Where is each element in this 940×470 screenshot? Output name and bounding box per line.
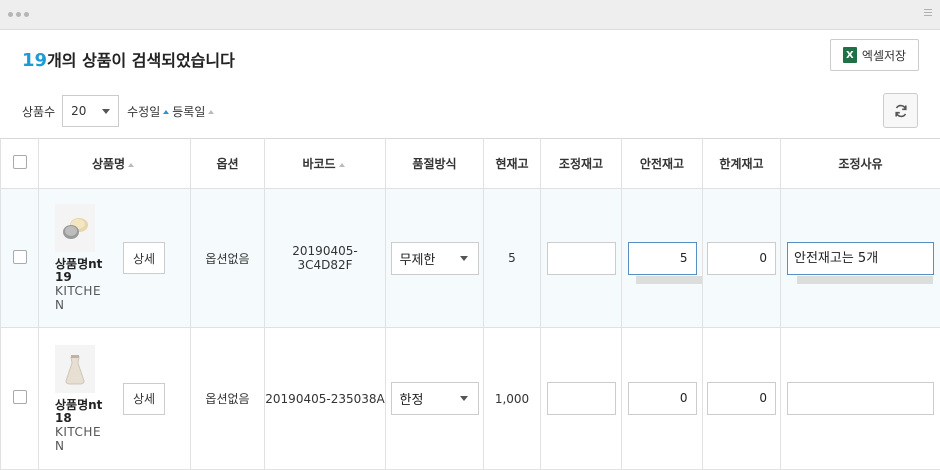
- barcode-cell: 20190405-3C4D82F: [265, 189, 386, 328]
- safety-stock-input[interactable]: 5: [628, 242, 697, 275]
- adjust-reason-input[interactable]: [787, 382, 934, 415]
- header-current-stock: 현재고: [484, 139, 541, 189]
- limit-stock-input[interactable]: 0: [707, 242, 776, 275]
- adjust-stock-input[interactable]: [547, 382, 616, 415]
- safety-stock-input[interactable]: 0: [628, 382, 697, 415]
- refresh-icon: [894, 104, 908, 118]
- sort-registered-link[interactable]: 등록일: [172, 103, 217, 120]
- filter-bar: 상품수 20 수정일 등록일: [22, 95, 217, 127]
- sort-registered-label: 등록일: [172, 105, 205, 119]
- table-row: 상품명nt19 KITCHEN 상세 옵션없음 20190405-3C4D82F…: [1, 189, 940, 328]
- product-name[interactable]: 상품명nt18: [55, 399, 105, 425]
- product-thumbnail[interactable]: [55, 204, 95, 252]
- sort-modified-label: 수정일: [127, 105, 160, 119]
- product-category: KITCHEN: [55, 425, 105, 453]
- adjust-reason-cell: 안전재고는 5개: [781, 189, 940, 328]
- product-category: KITCHEN: [55, 284, 105, 312]
- chevron-down-icon: [460, 396, 468, 401]
- option-cell: 옵션없음: [191, 328, 265, 470]
- current-stock-cell: 5: [484, 189, 541, 328]
- chevron-down-icon: [102, 109, 110, 114]
- limit-stock-cell: 0: [703, 189, 781, 328]
- soldout-method-cell: 무제한: [386, 189, 484, 328]
- header-adjust-reason: 조정사유: [781, 139, 940, 189]
- detail-button[interactable]: 상세: [123, 383, 165, 415]
- adjust-reason-cell: [781, 328, 940, 470]
- result-count-heading: 19개의 상품이 검색되었습니다: [22, 47, 235, 71]
- chevron-down-icon: [460, 256, 468, 261]
- header-limit-stock: 한계재고: [703, 139, 781, 189]
- header-safety-stock: 안전재고: [622, 139, 703, 189]
- excel-icon: X: [843, 47, 857, 63]
- sort-icon: [128, 163, 134, 167]
- header-adjust-stock: 조정재고: [541, 139, 622, 189]
- header-checkbox-cell: [1, 139, 39, 189]
- product-image-icon: [60, 351, 90, 387]
- page-size-value: 20: [71, 104, 86, 118]
- header-product-name[interactable]: 상품명: [39, 139, 191, 189]
- safety-stock-cell: 0: [622, 328, 703, 470]
- input-drop-shadow: [797, 276, 933, 284]
- header-soldout-method: 품절방식: [386, 139, 484, 189]
- product-image-icon: [58, 213, 92, 243]
- row-checkbox[interactable]: [13, 250, 27, 264]
- row-checkbox-cell: [1, 189, 39, 328]
- current-stock-cell: 1,000: [484, 328, 541, 470]
- limit-stock-input[interactable]: 0: [707, 382, 776, 415]
- limit-stock-cell: 0: [703, 328, 781, 470]
- header-option: 옵션: [191, 139, 265, 189]
- select-all-checkbox[interactable]: [13, 155, 27, 169]
- header-barcode[interactable]: 바코드: [265, 139, 386, 189]
- excel-export-label: 엑셀저장: [862, 47, 906, 64]
- soldout-method-cell: 한정: [386, 328, 484, 470]
- product-name[interactable]: 상품명nt19: [55, 258, 105, 284]
- product-cell: 상품명nt18 KITCHEN 상세: [39, 328, 191, 470]
- input-drop-shadow: [636, 276, 702, 284]
- row-checkbox-cell: [1, 328, 39, 470]
- adjust-stock-input[interactable]: [547, 242, 616, 275]
- row-checkbox[interactable]: [13, 390, 27, 404]
- product-cell: 상품명nt19 KITCHEN 상세: [39, 189, 191, 328]
- sort-modified-link[interactable]: 수정일: [127, 103, 172, 120]
- adjust-stock-cell: [541, 189, 622, 328]
- option-cell: 옵션없음: [191, 189, 265, 328]
- adjust-reason-input[interactable]: 안전재고는 5개: [787, 242, 934, 275]
- result-count-text: 개의 상품이 검색되었습니다: [47, 51, 235, 70]
- product-stock-table: 상품명 옵션 바코드 품절방식 현재고 조정재고 안전재고 한계재고 조정사유: [0, 138, 940, 470]
- table-row: 상품명nt18 KITCHEN 상세 옵션없음 20190405-235038A…: [1, 328, 940, 470]
- detail-button[interactable]: 상세: [123, 242, 165, 274]
- page-size-label: 상품수: [22, 103, 55, 120]
- sort-icon: [339, 163, 345, 167]
- refresh-button[interactable]: [883, 93, 918, 128]
- table-header-row: 상품명 옵션 바코드 품절방식 현재고 조정재고 안전재고 한계재고 조정사유: [1, 139, 940, 189]
- adjust-stock-cell: [541, 328, 622, 470]
- excel-export-button[interactable]: X 엑셀저장: [830, 39, 919, 71]
- sort-asc-icon: [208, 110, 214, 114]
- soldout-method-select[interactable]: 무제한: [391, 242, 479, 275]
- page-size-select[interactable]: 20: [62, 95, 119, 127]
- safety-stock-cell: 5: [622, 189, 703, 328]
- window-titlebar: [0, 0, 940, 30]
- soldout-method-value: 한정: [400, 389, 424, 408]
- result-count-number: 19: [22, 50, 47, 71]
- soldout-method-value: 무제한: [400, 249, 436, 268]
- barcode-cell: 20190405-235038A: [265, 328, 386, 470]
- soldout-method-select[interactable]: 한정: [391, 382, 479, 415]
- product-thumbnail[interactable]: [55, 345, 95, 393]
- window-dots-icon: [8, 12, 29, 17]
- menu-icon[interactable]: [924, 9, 932, 18]
- sort-asc-icon: [163, 110, 169, 114]
